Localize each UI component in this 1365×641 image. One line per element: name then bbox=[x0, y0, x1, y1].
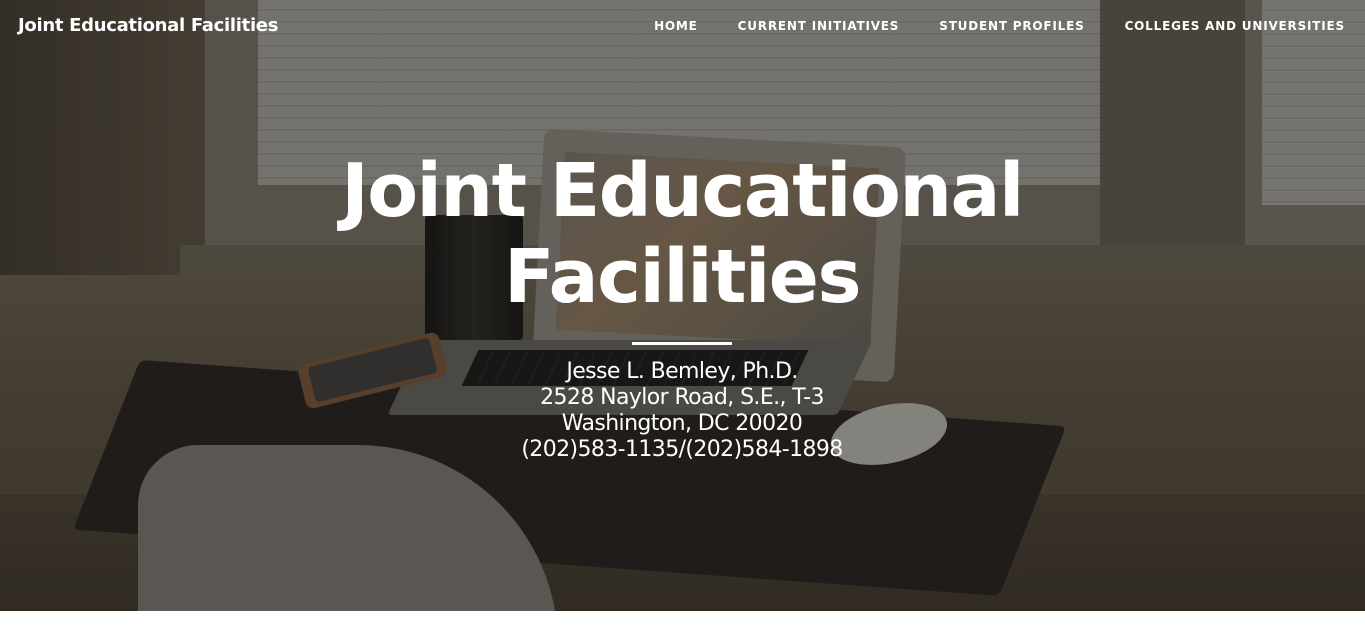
page-below-hero bbox=[0, 611, 1365, 641]
hero-title: Joint Educational Facilities bbox=[182, 148, 1182, 320]
nav-item-home[interactable]: HOME bbox=[654, 19, 698, 33]
contact-city-state-zip: Washington, DC 20020 bbox=[561, 411, 803, 436]
nav-item-student-profiles[interactable]: STUDENT PROFILES bbox=[939, 19, 1084, 33]
main-navigation: HOME CURRENT INITIATIVES STUDENT PROFILE… bbox=[614, 19, 1345, 33]
site-brand-link[interactable]: Joint Educational Facilities bbox=[18, 15, 278, 36]
nav-item-current-initiatives[interactable]: CURRENT INITIATIVES bbox=[738, 19, 900, 33]
hero-divider bbox=[632, 342, 732, 345]
nav-item-colleges-and-universities[interactable]: COLLEGES AND UNIVERSITIES bbox=[1125, 19, 1345, 33]
contact-name: Jesse L. Bemley, Ph.D. bbox=[566, 359, 798, 384]
contact-phone-numbers: (202)583-1135/(202)584-1898 bbox=[521, 437, 843, 462]
contact-street-address: 2528 Naylor Road, S.E., T-3 bbox=[540, 385, 824, 410]
hero-title-line-2: Facilities bbox=[503, 234, 862, 320]
hero-title-line-1: Joint Educational bbox=[341, 148, 1024, 234]
hero-section: Joint Educational Facilities HOME CURREN… bbox=[0, 0, 1365, 611]
hero-content: Joint Educational Facilities Jesse L. Be… bbox=[182, 148, 1182, 463]
